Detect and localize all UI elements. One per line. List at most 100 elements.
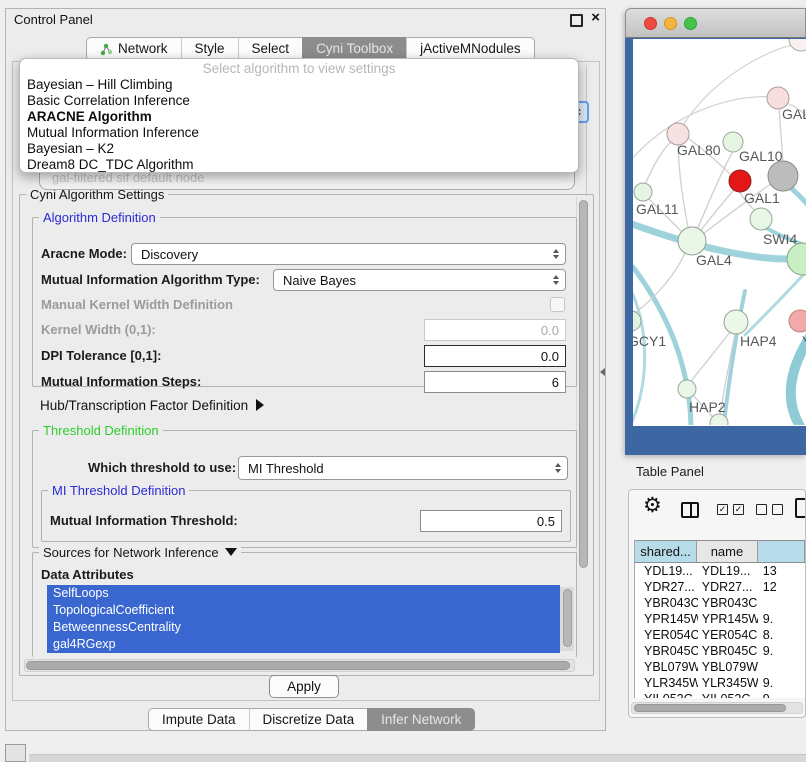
table-cell: YBR045C [635,643,698,659]
data-attribute-item[interactable]: SelfLoops [47,585,560,602]
table-row[interactable]: YDR27...YDR27...12 [635,579,805,595]
table-row[interactable]: YBR045CYBR045C9. [635,643,805,659]
threshold-definition-title: Threshold Definition [39,423,163,438]
minimize-traffic-light-icon[interactable] [664,17,677,30]
stepper-icon[interactable] [553,249,559,259]
bottom-tab-impute-data[interactable]: Impute Data [148,708,249,731]
table-cell: 12 [758,579,805,595]
settings-horizontal-scrollbar[interactable] [24,659,575,672]
table-panel-title: Table Panel [636,464,704,479]
sources-group: Sources for Network Inference Data Attri… [32,552,577,657]
settings-scrollbar-thumb[interactable] [579,200,588,568]
close-icon[interactable]: × [591,10,600,26]
column-header[interactable]: shared... [635,541,697,562]
table-hscrollbar-thumb[interactable] [634,704,786,712]
network-window-titlebar[interactable] [625,8,806,38]
algorithm-option[interactable]: ARACNE Algorithm [20,109,578,125]
network-edge[interactable] [645,142,671,185]
close-traffic-light-icon[interactable] [644,17,657,30]
zoom-traffic-light-icon[interactable] [684,17,697,30]
network-edge[interactable] [678,146,690,237]
table-row[interactable]: YIL052CYIL052C9 [635,691,805,698]
attributes-scrollbar-thumb[interactable] [563,589,572,647]
network-node[interactable] [768,161,798,191]
mi-steps-field[interactable]: 6 [424,371,566,393]
table-cell [758,659,805,675]
algorithm-dropdown-list: Select algorithm to view settings Bayesi… [19,58,579,173]
table-cell: YBR043C [698,595,758,611]
mi-threshold-field[interactable]: 0.5 [420,510,562,532]
unchecked-box-icon [756,504,767,515]
table-row[interactable]: YER054CYER054C8. [635,627,805,643]
mi-steps-value: 6 [552,375,559,390]
table-cell: YBL079W [635,659,698,675]
manual-kernel-checkbox[interactable] [550,297,565,312]
mi-type-combo[interactable]: Naive Bayes [273,269,566,291]
sources-group-title[interactable]: Sources for Network Inference [39,545,241,560]
minimized-window-icon[interactable] [5,744,26,762]
table-row[interactable]: YDL19...YDL19...13 [635,563,805,579]
tab-label: Discretize Data [263,709,355,731]
stepper-icon[interactable] [555,463,561,473]
algorithm-option[interactable]: Bayesian – Hill Climbing [20,77,578,93]
bottom-tab-discretize-data[interactable]: Discretize Data [249,708,368,731]
network-node[interactable] [724,310,748,334]
split-pane-handle[interactable] [600,368,605,376]
table-row[interactable]: YPR145WYPR145W9. [635,611,805,627]
network-node[interactable] [787,243,806,275]
document-icon[interactable] [795,498,806,518]
algorithm-option[interactable]: Bayesian – K2 [20,141,578,157]
data-attribute-item[interactable]: BetweennessCentrality [47,619,560,636]
attributes-scrollbar[interactable] [560,587,574,651]
table-cell: YDL19... [698,563,758,579]
data-attribute-item[interactable]: TopologicalCoefficient [47,602,560,619]
network-graph: GALGAL80GAL10GAL11GAL1SWI4GAL4GCY1HAP4YH… [633,39,806,425]
network-edge[interactable] [695,153,732,235]
table-horizontal-scrollbar[interactable] [631,702,803,714]
table-header-row: shared...name [635,540,805,563]
network-node[interactable] [678,227,706,255]
data-attribute-item[interactable]: gal4RGexp [47,636,560,653]
algorithm-option[interactable]: Basic Correlation Inference [20,93,578,109]
network-node[interactable] [750,208,772,230]
node-label: GAL1 [744,190,780,206]
which-threshold-combo[interactable]: MI Threshold [238,456,568,480]
network-node[interactable] [789,310,806,332]
bottom-tab-infer-network[interactable]: Infer Network [367,708,475,731]
network-edge[interactable] [697,189,735,235]
network-edge[interactable] [633,279,645,424]
table-row[interactable]: YLR345WYLR345W9. [635,675,805,691]
select-all-checkboxes-icon[interactable]: ✓ ✓ [717,504,744,515]
apply-button[interactable]: Apply [269,675,339,698]
node-label: GAL10 [739,148,783,164]
column-header[interactable] [758,541,805,562]
aracne-mode-combo[interactable]: Discovery [131,243,566,265]
table-cell: YER054C [698,627,758,643]
gear-icon[interactable]: ⚙ [643,493,662,518]
network-frame: GALGAL80GAL10GAL11GAL1SWI4GAL4GCY1HAP4YH… [625,38,806,455]
deselect-all-checkboxes-icon[interactable] [756,504,783,515]
stepper-icon[interactable] [553,275,559,285]
column-header[interactable]: name [697,541,758,562]
network-node[interactable] [678,380,696,398]
algorithm-option[interactable]: Dream8 DC_TDC Algorithm [20,157,578,173]
table-row[interactable]: YBL079WYBL079W [635,659,805,675]
network-node[interactable] [634,183,652,201]
algorithm-option[interactable]: Mutual Information Inference [20,125,578,141]
table-row[interactable]: YBR043CYBR043C [635,595,805,611]
float-window-icon[interactable] [570,14,583,27]
settings-hscrollbar-thumb[interactable] [26,661,570,670]
network-node[interactable] [789,39,806,51]
algorithm-definition-group: Algorithm Definition Aracne Mode: Discov… [32,217,577,387]
hub-definition-toggle[interactable]: Hub/Transcription Factor Definition [40,398,264,413]
network-canvas[interactable]: GALGAL80GAL10GAL11GAL1SWI4GAL4GCY1HAP4YH… [633,39,806,426]
dpi-tolerance-field[interactable]: 0.0 [424,345,566,367]
split-columns-icon[interactable] [681,502,699,518]
checked-box-icon: ✓ [733,504,744,515]
threshold-definition-group: Threshold Definition Which threshold to … [32,430,577,548]
settings-vertical-scrollbar[interactable] [576,197,591,658]
network-edge[interactable] [691,331,731,381]
network-node[interactable] [729,170,751,192]
network-view-window: GALGAL80GAL10GAL11GAL1SWI4GAL4GCY1HAP4YH… [625,8,806,455]
node-attribute-table[interactable]: shared...name YDL19...YDL19...13YDR27...… [634,540,805,698]
